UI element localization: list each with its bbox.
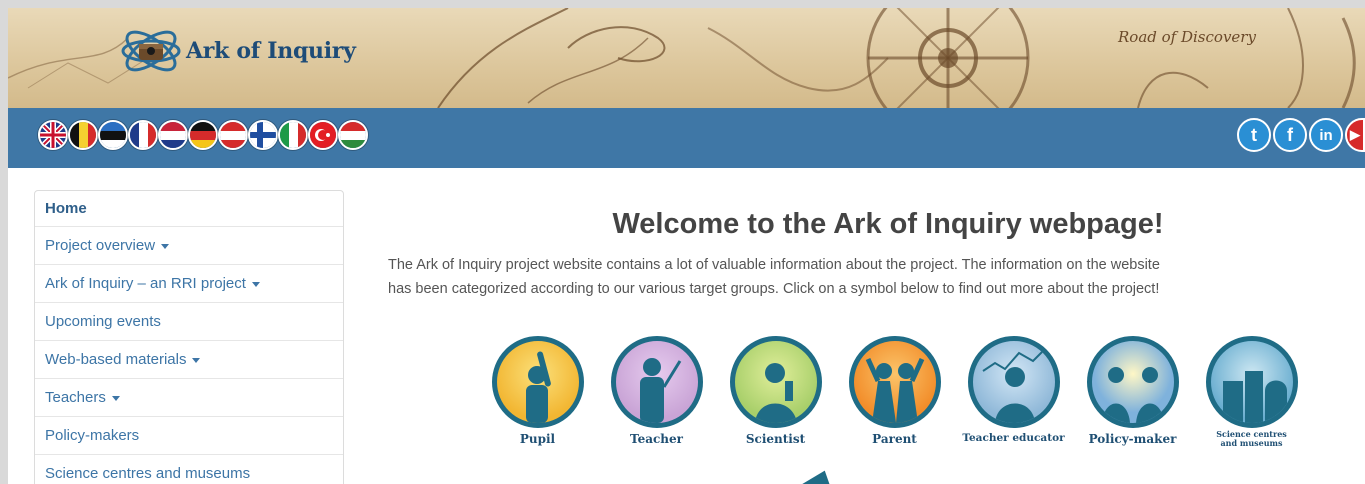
road-of-discovery-text: Road of Discovery xyxy=(1118,28,1256,46)
scientist-icon xyxy=(729,336,822,428)
sidebar-item-upcoming-events[interactable]: Upcoming events xyxy=(35,303,343,341)
target-group-science-centres[interactable]: Science centres and museums xyxy=(1192,336,1311,448)
parent-icon xyxy=(848,336,941,428)
sidebar-item-label: Web-based materials xyxy=(45,351,187,368)
target-group-label: Science centres and museums xyxy=(1216,429,1287,448)
caret-down-icon xyxy=(161,244,170,249)
target-group-label: Teacher xyxy=(630,432,683,446)
target-group-pupil[interactable]: Pupil xyxy=(478,336,597,448)
target-group-parent[interactable]: Parent xyxy=(835,336,954,448)
linkedin-icon[interactable]: in xyxy=(1309,118,1343,152)
target-groups: Pupil Teacher Scientist Parent Teacher e… xyxy=(478,336,1311,448)
target-group-teacher[interactable]: Teacher xyxy=(597,336,716,448)
teacher-educator-icon xyxy=(967,336,1060,428)
science-centres-icon xyxy=(1205,336,1298,428)
site-logo[interactable]: Ark of Inquiry xyxy=(118,20,356,82)
sidebar-item-label: Teachers xyxy=(45,389,106,406)
youtube-icon[interactable]: ▶ xyxy=(1345,118,1365,152)
facebook-icon[interactable]: f xyxy=(1273,118,1307,152)
main-content: Welcome to the Ark of Inquiry webpage! T… xyxy=(388,208,1358,301)
arrow-icon xyxy=(800,464,842,484)
language-flags xyxy=(38,120,368,150)
pupil-icon xyxy=(491,336,584,428)
sidebar-item-label: Upcoming events xyxy=(45,313,161,330)
sidebar-item-policy-makers[interactable]: Policy-makers xyxy=(35,417,343,455)
france-flag-icon[interactable] xyxy=(128,120,158,150)
sidebar-item-rri-project[interactable]: Ark of Inquiry – an RRI project xyxy=(35,265,343,303)
sidebar-item-label: Ark of Inquiry – an RRI project xyxy=(45,275,246,292)
policy-maker-icon xyxy=(1086,336,1179,428)
germany-flag-icon[interactable] xyxy=(188,120,218,150)
sidebar-item-label: Policy-makers xyxy=(45,427,140,444)
uk-flag-icon[interactable] xyxy=(38,120,68,150)
page-title: Welcome to the Ark of Inquiry webpage! xyxy=(612,208,1164,240)
target-group-teacher-educator[interactable]: Teacher educator xyxy=(954,336,1073,448)
sidebar-item-home[interactable]: Home xyxy=(35,191,343,227)
sidebar-item-project-overview[interactable]: Project overview xyxy=(35,227,343,265)
target-group-label: Scientist xyxy=(745,432,806,446)
finland-flag-icon[interactable] xyxy=(248,120,278,150)
target-group-label: Parent xyxy=(872,432,917,446)
intro-line-2: has been categorized according to our va… xyxy=(388,281,1160,297)
sidebar-item-label: Project overview xyxy=(45,237,156,254)
netherlands-flag-icon[interactable] xyxy=(158,120,188,150)
caret-down-icon xyxy=(192,358,201,363)
sidebar-item-science-centres[interactable]: Science centres and museums xyxy=(35,455,343,484)
caret-down-icon xyxy=(111,396,120,401)
sidebar-item-label: Science centres and museums xyxy=(45,465,251,482)
turkey-flag-icon[interactable] xyxy=(308,120,338,150)
sidebar-nav: Home Project overview Ark of Inquiry – a… xyxy=(34,190,344,484)
header-banner: Ark of Inquiry Road of Discovery xyxy=(8,8,1365,108)
intro-text: The Ark of Inquiry project website conta… xyxy=(388,253,1358,301)
social-links: t f in ▶ xyxy=(1235,118,1365,152)
italy-flag-icon[interactable] xyxy=(278,120,308,150)
intro-line-1: The Ark of Inquiry project website conta… xyxy=(388,257,1160,273)
target-group-label: Policy-maker xyxy=(1088,432,1177,446)
hungary-flag-icon[interactable] xyxy=(338,120,368,150)
caret-down-icon xyxy=(251,282,260,287)
sidebar-item-web-based-materials[interactable]: Web-based materials xyxy=(35,341,343,379)
sidebar-item-label: Home xyxy=(45,200,87,217)
site-name: Ark of Inquiry xyxy=(186,38,356,64)
target-group-policy-maker[interactable]: Policy-maker xyxy=(1073,336,1192,448)
target-group-scientist[interactable]: Scientist xyxy=(716,336,835,448)
twitter-icon[interactable]: t xyxy=(1237,118,1271,152)
sidebar-item-teachers[interactable]: Teachers xyxy=(35,379,343,417)
language-bar: t f in ▶ xyxy=(8,108,1365,168)
teacher-icon xyxy=(610,336,703,428)
austria-flag-icon[interactable] xyxy=(218,120,248,150)
target-group-label: Pupil xyxy=(519,432,556,446)
belgium-flag-icon[interactable] xyxy=(68,120,98,150)
ark-logo-icon xyxy=(121,30,181,72)
estonia-flag-icon[interactable] xyxy=(98,120,128,150)
target-group-label: Teacher educator xyxy=(962,432,1065,444)
page: Ark of Inquiry Road of Discovery t f in … xyxy=(8,8,1365,484)
